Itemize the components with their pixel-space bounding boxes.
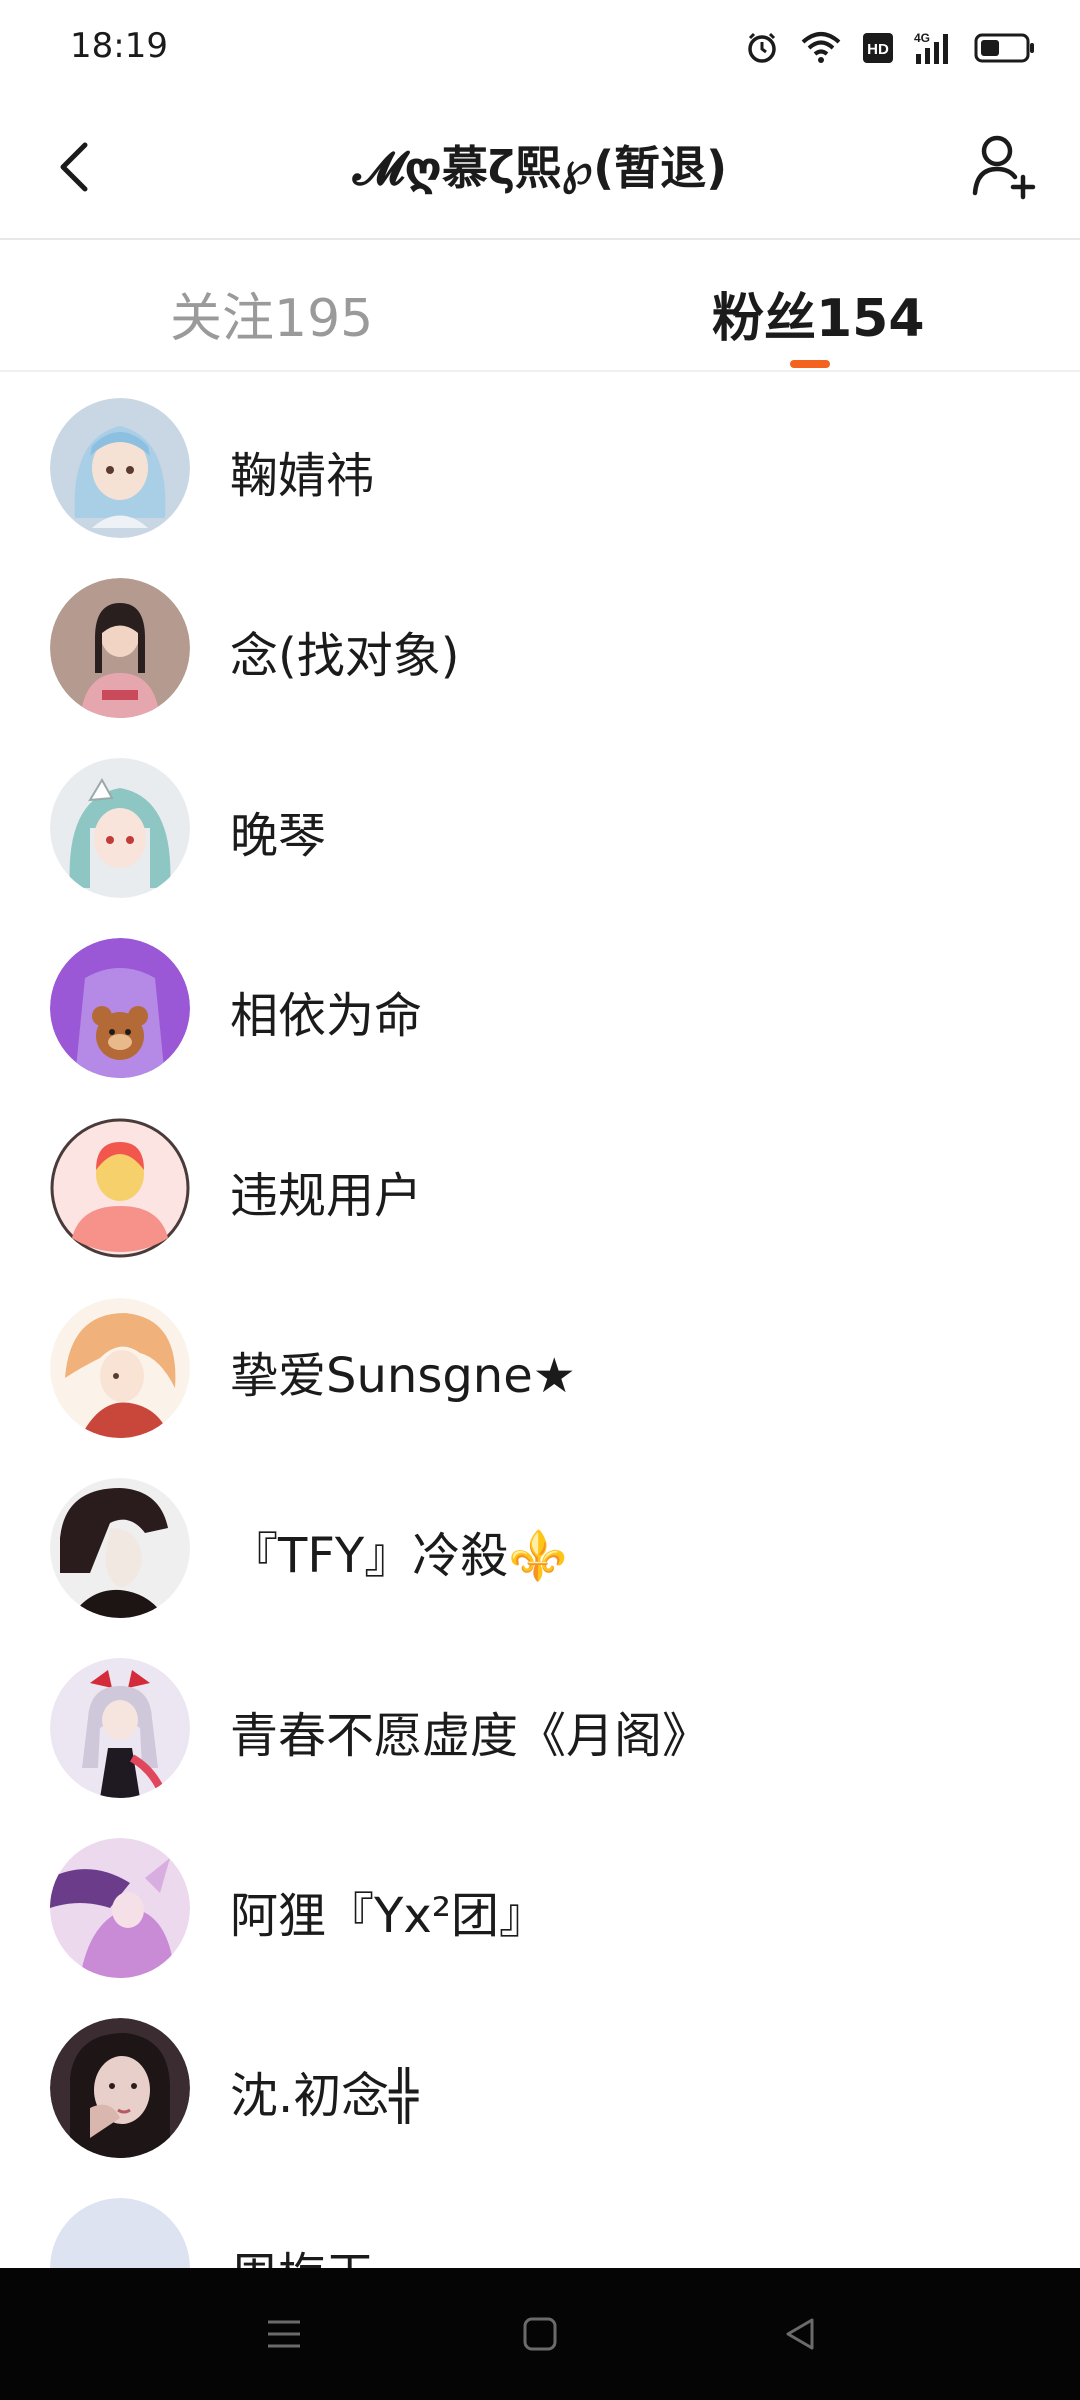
username: 相依为命 — [230, 988, 423, 1044]
list-item[interactable]: 晚琴 — [0, 742, 1080, 922]
signal-4g-icon: 4G — [914, 30, 954, 66]
username: 『TFY』冷殺⚜️ — [230, 1528, 569, 1584]
avatar[interactable] — [50, 1658, 190, 1798]
home-square-icon — [523, 2317, 557, 2351]
status-icons: HD 4G — [744, 26, 1036, 70]
avatar[interactable] — [50, 398, 190, 538]
list-item[interactable]: 阿狸『Yx²团』 — [0, 1822, 1080, 2002]
tab-followers[interactable]: 粉丝154 — [712, 276, 925, 351]
header: 𝓜ღ慕ζ熙℘(暂退) — [0, 96, 1080, 240]
svg-text:HD: HD — [867, 41, 889, 58]
username: 晚琴 — [230, 808, 327, 864]
page-title: 𝓜ღ慕ζ熙℘(暂退) — [352, 141, 728, 195]
list-item[interactable]: 挚爱Sunsgne★ — [0, 1282, 1080, 1462]
list-item[interactable]: 青春不愿虚度《月阁》 — [0, 1642, 1080, 1822]
username: 鞠婧祎 — [230, 448, 375, 504]
avatar[interactable] — [50, 578, 190, 718]
hd-icon: HD — [862, 32, 894, 64]
avatar[interactable] — [50, 938, 190, 1078]
list-item[interactable]: 相依为命 — [0, 922, 1080, 1102]
avatar[interactable] — [50, 1118, 190, 1258]
back-button[interactable] — [40, 132, 110, 202]
list-item[interactable]: 『TFY』冷殺⚜️ — [0, 1462, 1080, 1642]
username: 违规用户 — [230, 1168, 423, 1224]
system-nav-bar — [0, 2268, 1080, 2400]
battery-icon — [974, 32, 1036, 64]
username: 沈.初念╬ — [230, 2068, 419, 2124]
avatar[interactable] — [50, 758, 190, 898]
svg-text:4G: 4G — [914, 31, 930, 45]
status-time: 18:19 — [70, 26, 168, 66]
tab-bar: 关注195 粉丝154 — [0, 240, 1080, 372]
list-item[interactable]: 沈.初念╬ — [0, 2002, 1080, 2182]
active-tab-indicator — [790, 360, 830, 368]
chevron-left-icon — [60, 142, 88, 192]
nav-back-button[interactable] — [770, 2304, 830, 2364]
username: 青春不愿虚度《月阁》 — [230, 1708, 711, 1764]
tab-following[interactable]: 关注195 — [170, 276, 373, 351]
avatar[interactable] — [50, 1298, 190, 1438]
wifi-icon — [800, 30, 842, 66]
nav-menu-button[interactable] — [254, 2304, 314, 2364]
status-bar: 18:19 HD 4G — [0, 0, 1080, 96]
avatar[interactable] — [50, 2018, 190, 2158]
avatar[interactable] — [50, 1478, 190, 1618]
list-item[interactable]: 念(找对象) — [0, 562, 1080, 742]
follower-list: 鞠婧祎 念(找对象) 晚琴 相依为命 违规用户 挚爱Sunsgne★ 『TFY』… — [0, 382, 1080, 2362]
add-user-button[interactable] — [964, 126, 1044, 206]
add-user-icon — [972, 135, 1036, 200]
username: 阿狸『Yx²团』 — [230, 1888, 547, 1944]
menu-icon — [268, 2320, 300, 2348]
alarm-icon — [744, 30, 780, 66]
username: 挚爱Sunsgne★ — [230, 1348, 576, 1404]
back-triangle-icon — [786, 2318, 814, 2350]
list-item[interactable]: 鞠婧祎 — [0, 382, 1080, 562]
list-item[interactable]: 违规用户 — [0, 1102, 1080, 1282]
avatar[interactable] — [50, 1838, 190, 1978]
username: 念(找对象) — [230, 628, 460, 684]
nav-home-button[interactable] — [510, 2304, 570, 2364]
